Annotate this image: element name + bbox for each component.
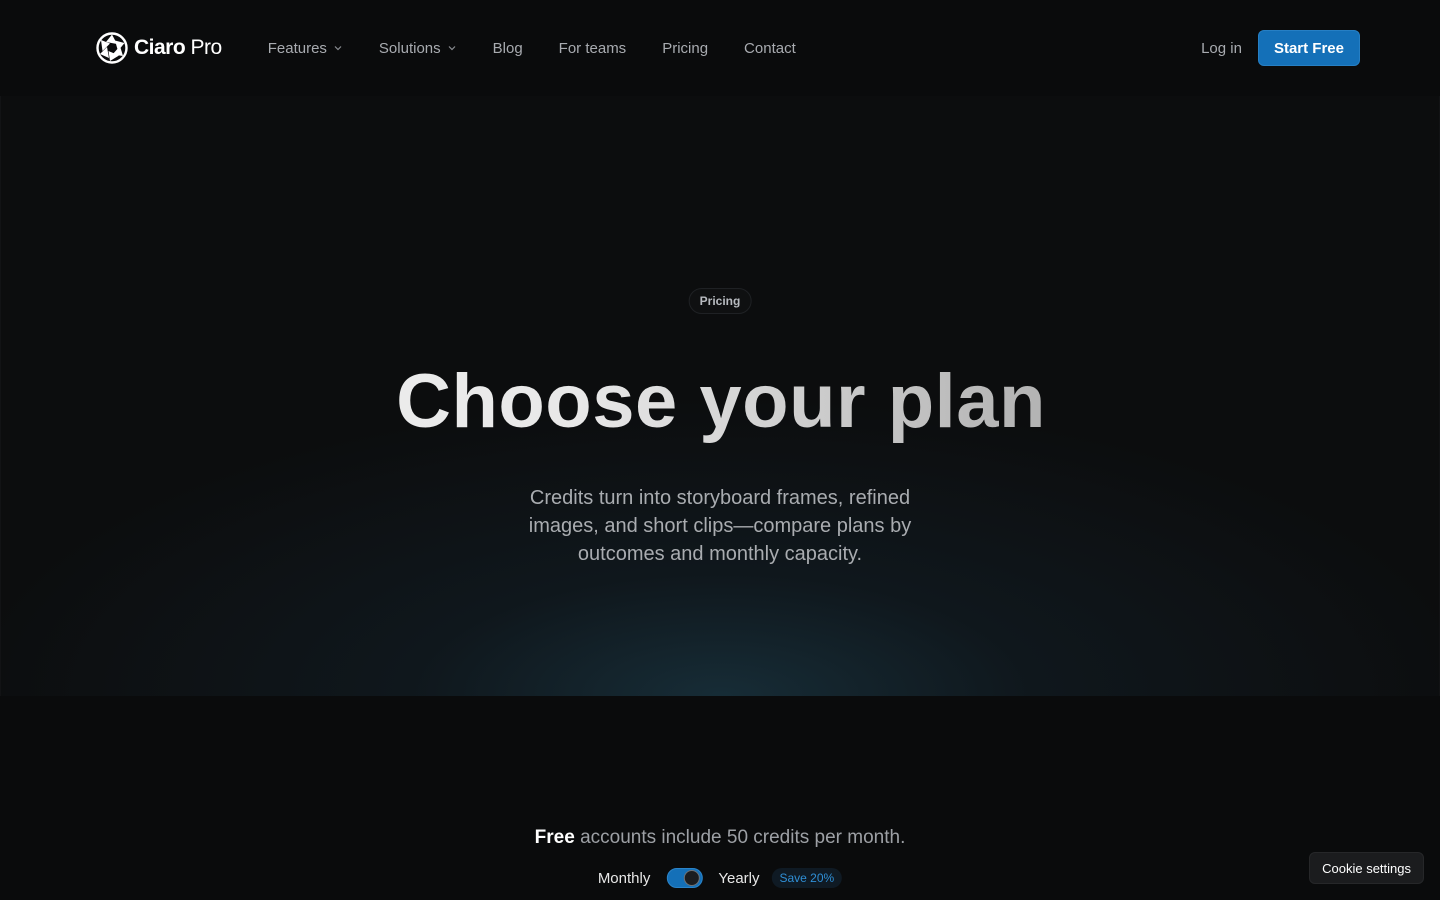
aperture-icon xyxy=(96,32,128,64)
hero-subtitle: Credits turn into storyboard frames, ref… xyxy=(528,487,912,565)
login-link[interactable]: Log in xyxy=(1201,40,1242,57)
billing-toggle[interactable] xyxy=(666,868,703,888)
nav-item-label: For teams xyxy=(558,39,627,57)
pricing-section: Free accounts include 50 credits per mon… xyxy=(0,696,1440,900)
site-header: Ciaro Pro Features Solutions Blog For te… xyxy=(0,0,1440,96)
chevron-down-icon xyxy=(334,46,342,51)
header-actions: Log in Start Free xyxy=(1201,30,1360,66)
nav-item-label: Pricing xyxy=(662,39,709,57)
hero-section: Pricing Choose your plan Credits turn in… xyxy=(0,96,1440,696)
start-free-button[interactable]: Start Free xyxy=(1257,30,1360,66)
save-badge: Save 20% xyxy=(771,868,843,888)
nav-item-blog[interactable]: Blog xyxy=(493,40,523,57)
nav-item-label: Blog xyxy=(492,39,523,57)
nav-item-solutions[interactable]: Solutions xyxy=(379,40,457,57)
nav-item-label: Contact xyxy=(744,39,796,57)
nav-item-features[interactable]: Features xyxy=(268,40,343,57)
page-title: Choose your plan xyxy=(1,358,1440,445)
section-pill: Pricing xyxy=(688,288,752,314)
nav-item-label: Features xyxy=(267,39,327,57)
billing-period-switch: Monthly Yearly Save 20% xyxy=(598,868,843,888)
nav-item-label: Solutions xyxy=(378,39,441,57)
brand-logo[interactable]: Ciaro Pro xyxy=(96,32,222,64)
free-credits-text: accounts include 50 credits per month. xyxy=(580,827,906,848)
monthly-label[interactable]: Monthly xyxy=(598,870,651,887)
toggle-knob xyxy=(683,870,700,886)
nav-item-pricing[interactable]: Pricing xyxy=(662,40,708,57)
free-credits-note: Free accounts include 50 credits per mon… xyxy=(0,827,1440,849)
main-nav: Features Solutions Blog For teams Pricin… xyxy=(268,40,796,57)
free-label: Free xyxy=(534,827,575,848)
cookie-settings-button[interactable]: Cookie settings xyxy=(1309,852,1424,884)
chevron-down-icon xyxy=(448,46,456,51)
yearly-label[interactable]: Yearly xyxy=(718,870,759,887)
brand-name-light: Pro xyxy=(190,36,223,59)
nav-item-contact[interactable]: Contact xyxy=(744,40,796,57)
nav-item-for-teams[interactable]: For teams xyxy=(559,40,627,57)
brand-name-bold: Ciaro xyxy=(134,36,186,59)
brand-name: Ciaro Pro xyxy=(134,36,222,60)
